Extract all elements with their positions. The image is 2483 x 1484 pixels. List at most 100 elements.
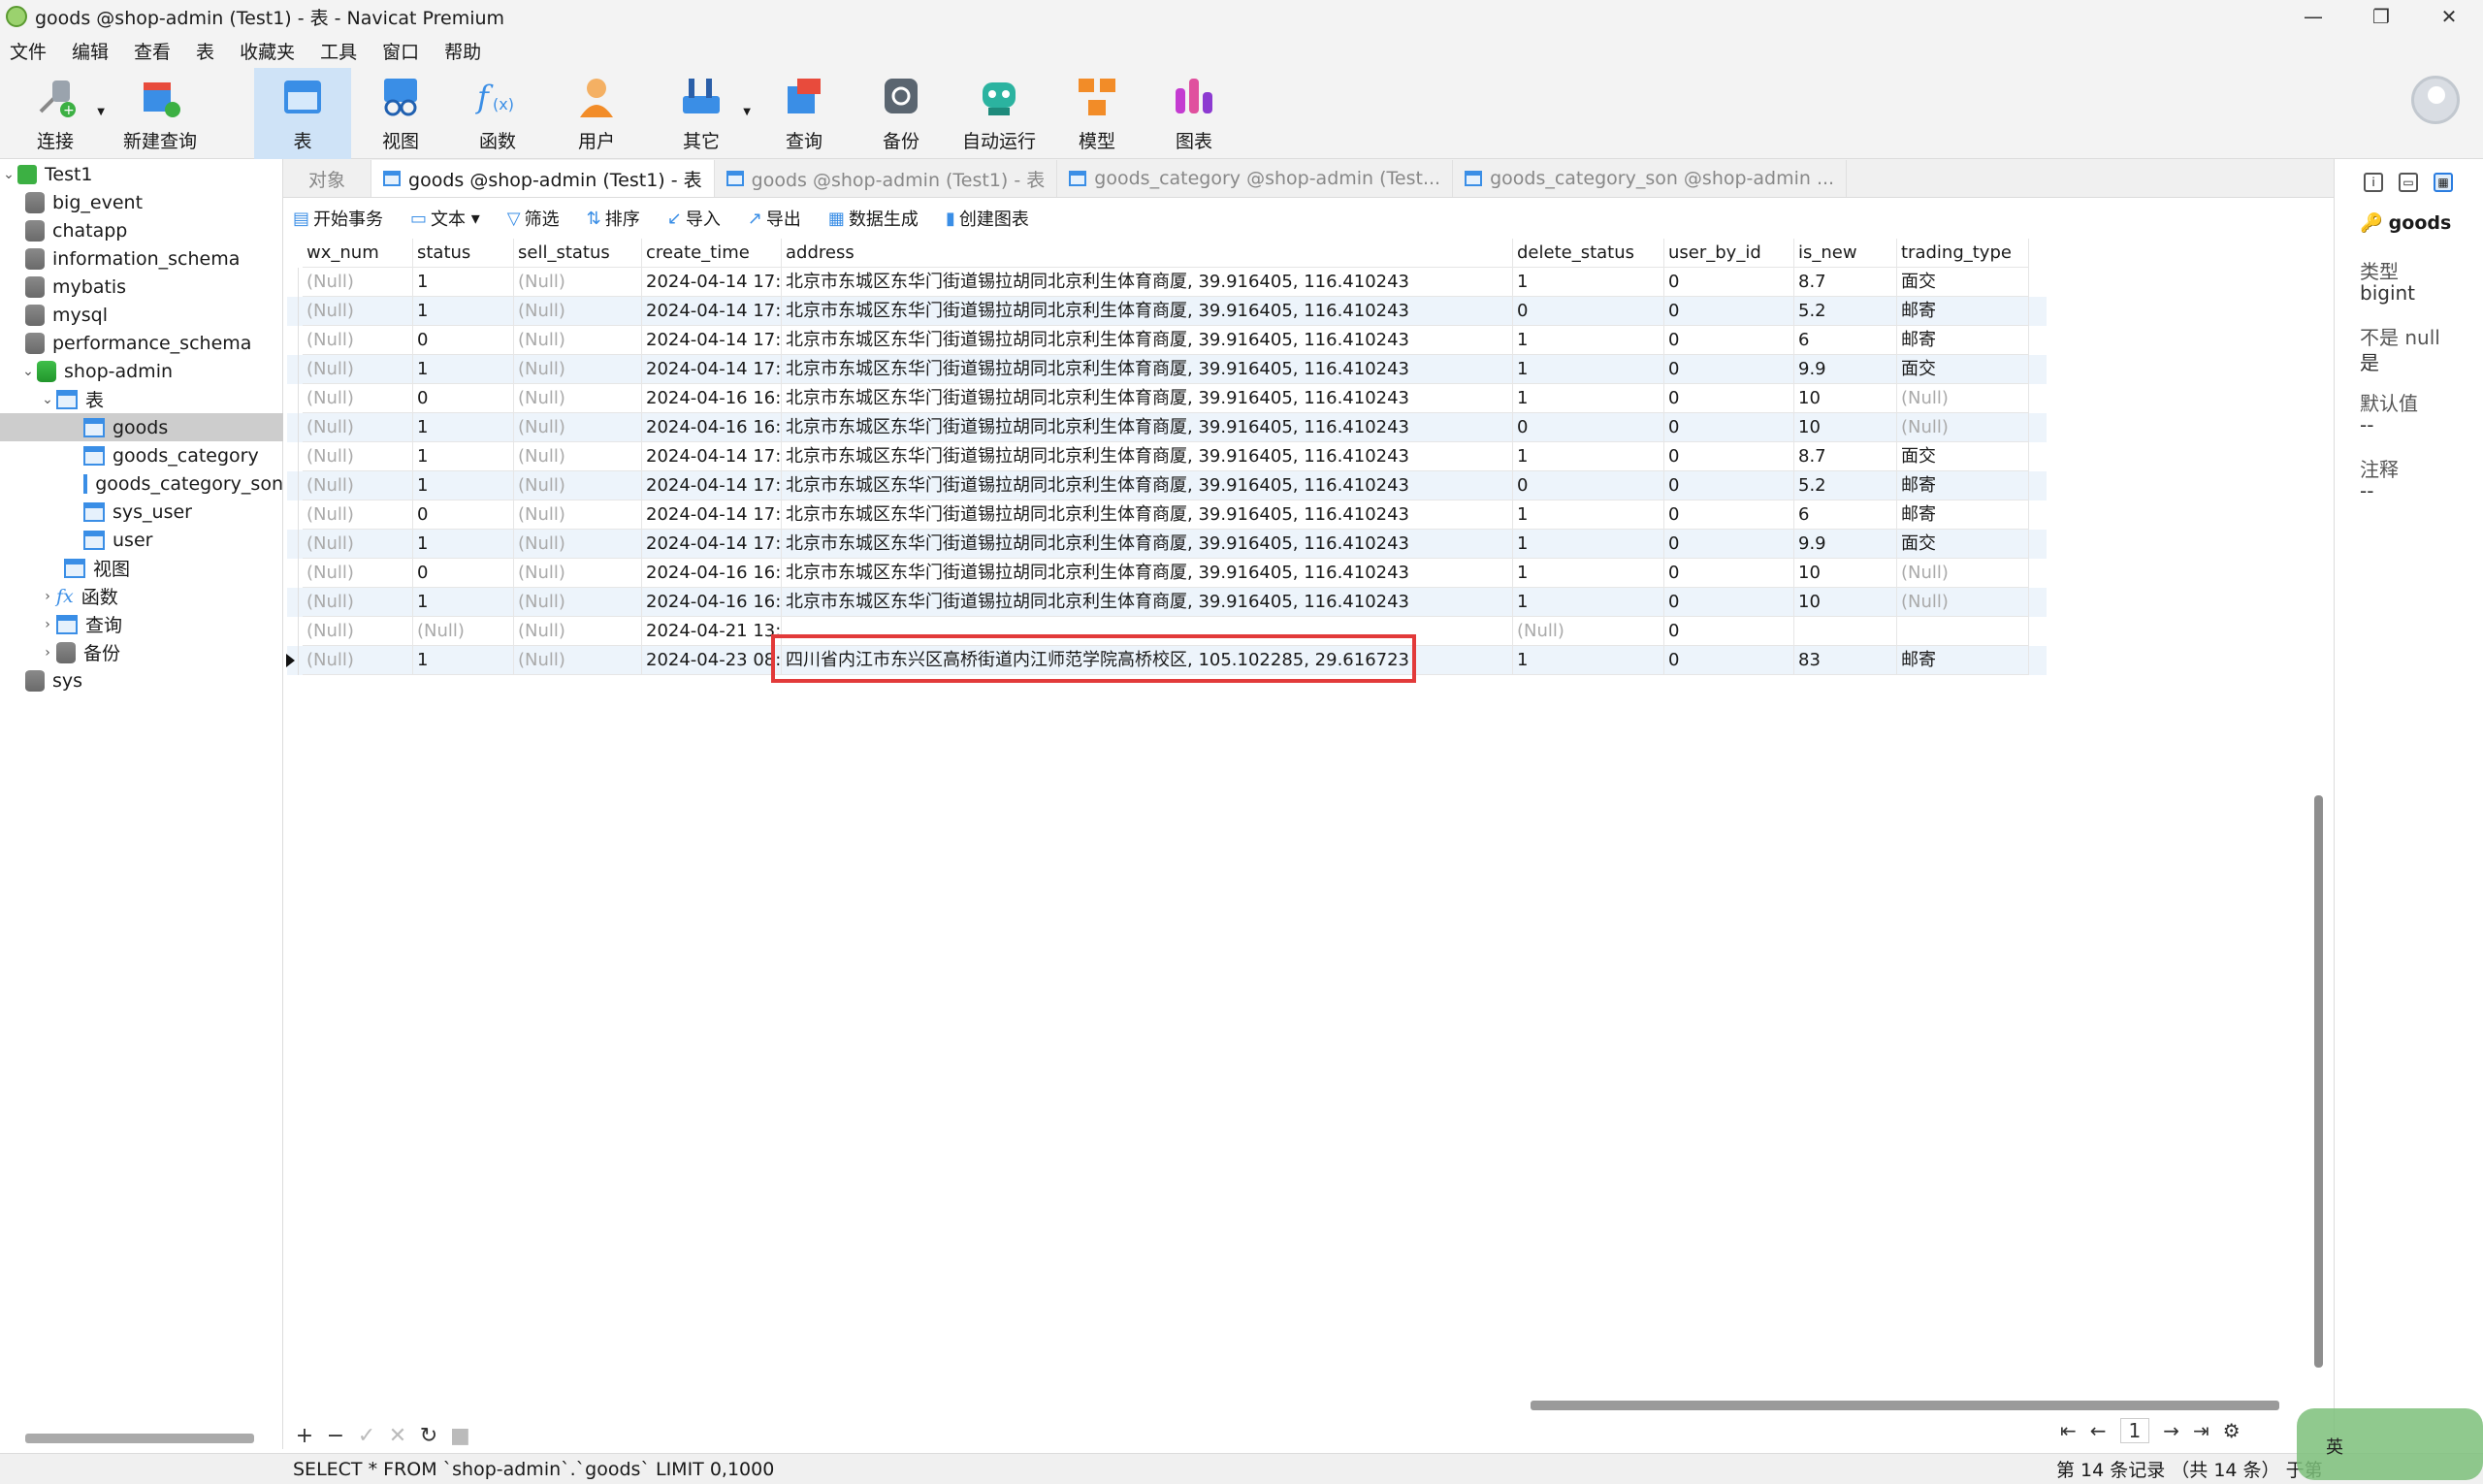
row-indicator[interactable] [285,588,299,617]
row-indicator[interactable] [285,559,299,588]
table-cell[interactable]: (Null) [514,297,642,326]
column-header[interactable]: sell_status [514,239,642,268]
query-button[interactable]: 查询 [772,68,836,159]
restore-button[interactable]: ❐ [2347,0,2415,33]
table-cell[interactable]: 1 [1513,355,1664,384]
table-cell[interactable]: (Null) [303,326,413,355]
row-indicator[interactable] [285,297,299,326]
table-cell[interactable]: (Null) [413,617,514,646]
table-row[interactable]: (Null) 1 (Null) 2024-04-16 16:0 北京市东城区东华门街道锡… [287,588,2047,617]
table-cell[interactable]: 1 [1513,559,1664,588]
add-record-button[interactable]: + [295,1424,314,1448]
table-cell[interactable]: (Null) [514,268,642,297]
tree-backups[interactable]: › 备份 [0,638,283,666]
table-row[interactable]: (Null) 1 (Null) 2024-04-14 17:1 北京市东城区东华门街道锡… [287,297,2047,326]
table-cell[interactable]: 2024-04-14 17:1 [642,268,782,297]
function-button[interactable]: f (x) 函数 [466,68,530,159]
row-indicator[interactable] [285,500,299,530]
table-row[interactable]: (Null) 1 (Null) 2024-04-14 17:2 北京市东城区东华门街道锡… [287,355,2047,384]
tree-views[interactable]: 视图 [0,554,283,582]
tree-db[interactable]: mybatis [0,273,283,301]
new-query-button[interactable]: 新建查询 [116,68,204,159]
table-cell[interactable]: 6 [1794,326,1897,355]
menu-item[interactable]: 窗口 [372,38,435,64]
table-cell[interactable]: 1 [413,530,514,559]
table-cell[interactable]: 1 [413,268,514,297]
table-cell[interactable]: 0 [1664,646,1794,675]
tree-db[interactable]: information_schema [0,244,283,273]
table-cell[interactable]: 面交 [1897,530,2029,559]
table-cell[interactable]: 北京市东城区东华门街道锡拉胡同北京利生体育商厦, 39.916405, 116.… [782,530,1513,559]
table-cell[interactable]: 10 [1794,413,1897,442]
table-cell[interactable]: 面交 [1897,268,2029,297]
table-cell[interactable]: 1 [1513,530,1664,559]
table-cell[interactable]: 10 [1794,588,1897,617]
table-cell[interactable]: 1 [1513,326,1664,355]
table-cell[interactable]: 1 [1513,442,1664,471]
text-button[interactable]: ▭ 文本 ▾ [401,206,480,231]
model-button[interactable]: 模型 [1065,68,1129,159]
import-button[interactable]: ↙ 导入 [658,206,721,231]
row-indicator[interactable] [285,646,299,675]
table-cell[interactable]: 5.2 [1794,471,1897,500]
export-button[interactable]: ↗ 导出 [738,206,801,231]
table-cell[interactable]: 面交 [1897,442,2029,471]
table-cell[interactable]: 0 [413,500,514,530]
tree-db[interactable]: performance_schema [0,329,283,357]
tree-functions[interactable]: › fx 函数 [0,582,283,610]
table-cell[interactable]: (Null) [303,530,413,559]
table-cell[interactable]: 邮寄 [1897,297,2029,326]
menu-item[interactable]: 查看 [124,38,186,64]
table-cell[interactable]: 北京市东城区东华门街道锡拉胡同北京利生体育商厦, 39.916405, 116.… [782,384,1513,413]
table-cell[interactable]: 北京市东城区东华门街道锡拉胡同北京利生体育商厦, 39.916405, 116.… [782,326,1513,355]
table-cell[interactable]: 0 [413,559,514,588]
menu-item[interactable]: 帮助 [435,38,497,64]
table-row[interactable]: (Null) 1 (Null) 2024-04-16 16:0 北京市东城区东华门街道锡… [287,413,2047,442]
table-row[interactable]: (Null) 1 (Null) 2024-04-14 17:1 北京市东城区东华门街道锡… [287,268,2047,297]
table-cell[interactable]: 0 [1664,384,1794,413]
table-cell[interactable]: 5.2 [1794,297,1897,326]
table-button[interactable]: 表 [254,68,351,159]
table-cell[interactable]: 1 [413,646,514,675]
tree-table-goods[interactable]: goods [0,413,283,441]
tab-goods-category-son[interactable]: goods_category_son @shop-admin ... [1453,160,1848,197]
table-cell[interactable]: (Null) [514,471,642,500]
menu-item[interactable]: 工具 [310,38,372,64]
table-cell[interactable]: 北京市东城区东华门街道锡拉胡同北京利生体育商厦, 39.916405, 116.… [782,355,1513,384]
view-button[interactable]: 视图 [369,68,433,159]
begin-transaction-button[interactable]: ▤ 开始事务 [283,206,383,231]
table-cell[interactable]: 北京市东城区东华门街道锡拉胡同北京利生体育商厦, 39.916405, 116.… [782,500,1513,530]
table-cell[interactable]: 10 [1794,559,1897,588]
table-cell[interactable]: (Null) [303,268,413,297]
tree-table[interactable]: user [0,526,283,554]
column-header[interactable]: is_new [1794,239,1897,268]
table-row[interactable]: (Null) 1 (Null) 2024-04-14 17:2 北京市东城区东华门街道锡… [287,530,2047,559]
other-button[interactable]: 其它 ▼ [669,68,751,159]
table-cell[interactable]: 8.7 [1794,268,1897,297]
table-cell[interactable]: (Null) [514,384,642,413]
table-cell[interactable]: 邮寄 [1897,500,2029,530]
table-cell[interactable]: 0 [1664,326,1794,355]
table-cell[interactable]: 2024-04-14 17:2 [642,326,782,355]
table-cell[interactable]: 1 [1513,500,1664,530]
row-indicator[interactable] [285,326,299,355]
table-cell[interactable]: 2024-04-14 17:1 [642,471,782,500]
table-cell[interactable]: (Null) [303,355,413,384]
table-row[interactable]: (Null) 0 (Null) 2024-04-16 16:0 北京市东城区东华门街道锡… [287,384,2047,413]
table-cell[interactable]: (Null) [303,384,413,413]
table-cell[interactable]: (Null) [303,500,413,530]
table-row[interactable]: (Null) 0 (Null) 2024-04-14 17:2 北京市东城区东华门街道锡… [287,326,2047,355]
table-cell[interactable]: 0 [1664,530,1794,559]
table-cell[interactable]: 0 [1664,355,1794,384]
table-cell[interactable]: 2024-04-14 17:2 [642,355,782,384]
tree-db[interactable]: chatapp [0,216,283,244]
table-row[interactable]: (Null) 0 (Null) 2024-04-16 16:0 北京市东城区东华门街道锡… [287,559,2047,588]
table-cell[interactable]: (Null) [514,530,642,559]
table-cell[interactable]: (Null) [514,326,642,355]
column-header[interactable]: delete_status [1513,239,1664,268]
table-cell[interactable]: 0 [1664,617,1794,646]
table-cell[interactable]: 0 [1664,500,1794,530]
table-cell[interactable]: 2024-04-14 17:2 [642,500,782,530]
table-cell[interactable]: 2024-04-23 08: [642,646,782,675]
table-row[interactable]: (Null) 0 (Null) 2024-04-14 17:2 北京市东城区东华门街道锡… [287,500,2047,530]
